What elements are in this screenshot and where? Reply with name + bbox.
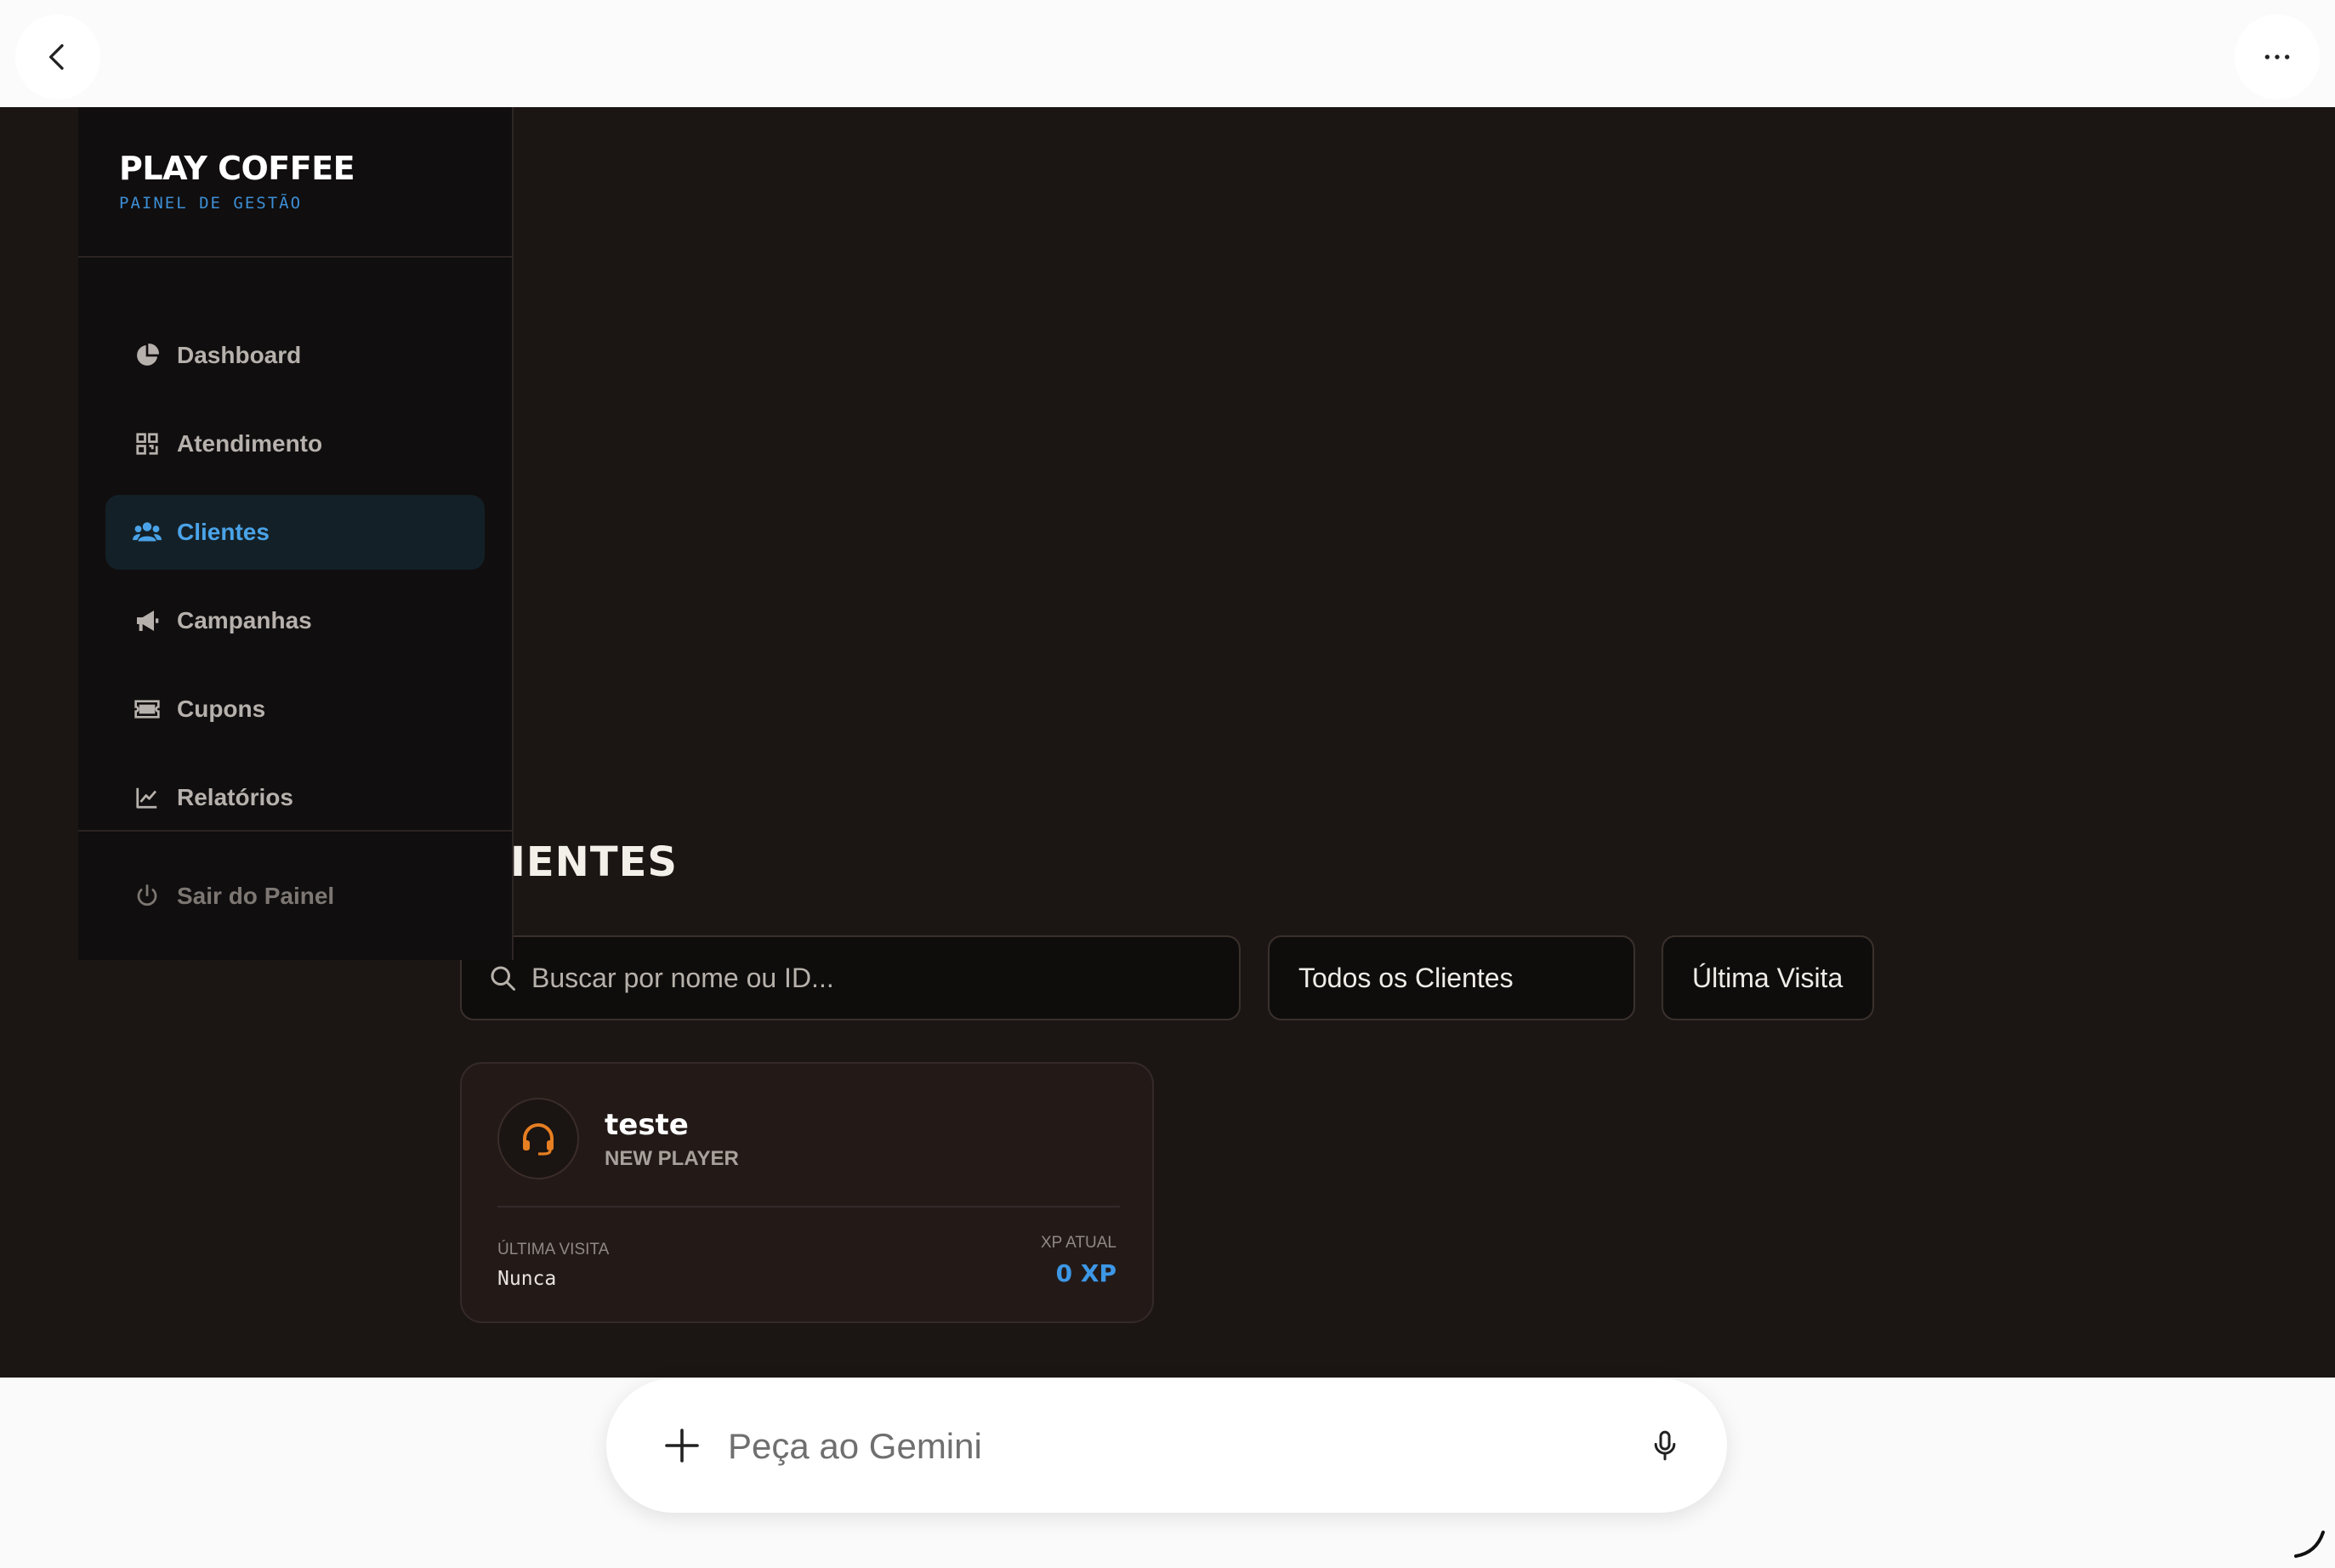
line-chart-icon [133,783,162,812]
brand-subtitle: PAINEL DE GESTÃO [119,194,303,213]
qr-code-icon [133,429,162,458]
sort-last-visit-select[interactable]: Última Visita [1662,935,1874,1020]
sidebar-item-clientes[interactable]: Clientes [105,495,485,570]
search-box[interactable] [460,935,1241,1020]
sidebar-item-label: Relatórios [177,784,293,810]
xp-value: 0 XP [1055,1259,1116,1287]
brand-logo: PLAY COFFEE [119,150,355,187]
chevron-left-icon [49,44,64,71]
gemini-input[interactable] [728,1416,1578,1477]
pie-chart-icon [133,341,162,370]
add-button[interactable] [649,1412,715,1479]
app-area: IENTES Todos os Clientes Última Visita t… [0,107,2335,1378]
sidebar-item-campanhas[interactable]: Campanhas [105,583,485,658]
filter-all-clients-select[interactable]: Todos os Clientes [1268,935,1635,1020]
sidebar-item-cupons[interactable]: Cupons [105,672,485,747]
logout-button[interactable]: Sair do Painel [105,859,485,934]
back-button[interactable] [15,14,100,99]
microphone-button[interactable] [1635,1416,1695,1475]
page-title: IENTES [510,838,678,886]
client-card[interactable]: teste NEW PLAYER ÚLTIMA VISITA Nunca XP … [460,1062,1154,1323]
sidebar-item-label: Cupons [177,696,266,722]
logout-label: Sair do Painel [177,883,335,909]
sidebar: PLAY COFFEE PAINEL DE GESTÃO Dashboard A… [78,107,514,960]
headset-icon [523,1123,554,1156]
last-visit-value: Nunca [497,1268,557,1290]
plus-icon [665,1429,699,1463]
avatar [497,1098,579,1179]
client-rank: NEW PLAYER [605,1147,739,1170]
sidebar-divider [78,256,512,258]
sidebar-item-dashboard[interactable]: Dashboard [105,318,485,393]
sidebar-item-relatorios[interactable]: Relatórios [105,760,485,835]
megaphone-icon [133,606,162,635]
sidebar-item-atendimento[interactable]: Atendimento [105,406,485,481]
client-name: teste [605,1108,689,1142]
sidebar-item-label: Campanhas [177,607,312,633]
search-input[interactable] [531,962,1229,994]
sidebar-item-label: Clientes [177,519,270,545]
microphone-icon [1654,1430,1676,1461]
ticket-icon [133,695,162,724]
search-icon [491,966,515,991]
top-bar [0,0,2335,107]
more-options-button[interactable] [2235,14,2320,99]
users-icon [133,518,162,547]
sidebar-divider [78,830,512,832]
more-horizontal-icon [2264,54,2290,60]
xp-label: XP ATUAL [1040,1234,1116,1252]
gemini-prompt-bar[interactable] [606,1378,1727,1513]
last-visit-label: ÚLTIMA VISITA [497,1241,610,1258]
resize-handle-icon [2294,1531,2325,1558]
power-icon [133,882,162,911]
sidebar-item-label: Atendimento [177,430,323,457]
sidebar-item-label: Dashboard [177,342,302,368]
card-divider [497,1206,1120,1207]
